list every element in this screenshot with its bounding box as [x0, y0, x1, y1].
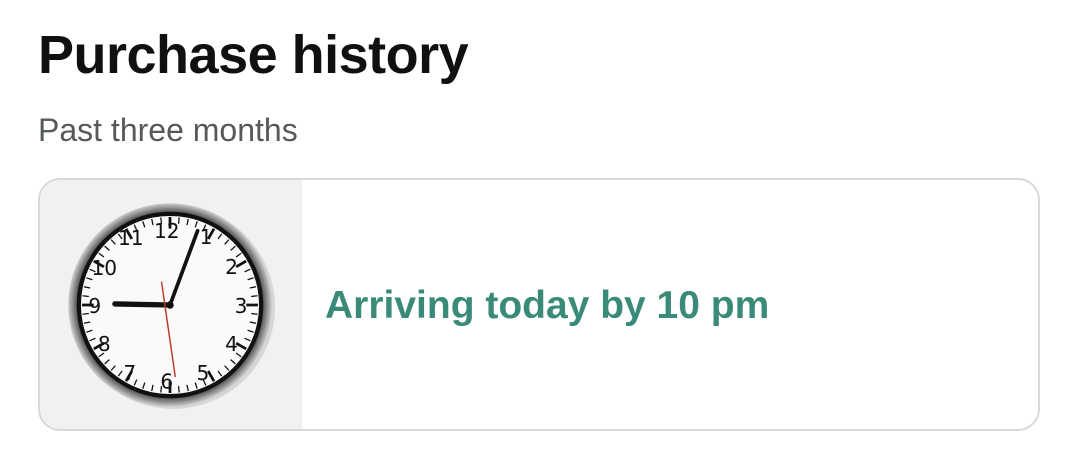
- wall-clock-icon: 12 1 2 3 4 5 6 7 8 9 10 11: [68, 203, 275, 409]
- svg-text:9: 9: [88, 294, 101, 318]
- svg-text:3: 3: [235, 294, 248, 318]
- svg-text:6: 6: [160, 369, 173, 393]
- svg-text:11: 11: [118, 226, 144, 250]
- svg-text:1: 1: [200, 225, 213, 249]
- delivery-status: Arriving today by 10 pm: [325, 284, 770, 327]
- svg-text:10: 10: [91, 256, 117, 280]
- svg-text:12: 12: [154, 219, 180, 243]
- order-card[interactable]: 12 1 2 3 4 5 6 7 8 9 10 11 Arriving toda…: [38, 178, 1040, 431]
- svg-text:7: 7: [123, 361, 136, 385]
- page-title: Purchase history: [38, 25, 469, 85]
- purchase-history-page: Purchase history Past three months 12 1 …: [0, 0, 1080, 449]
- product-thumbnail[interactable]: 12 1 2 3 4 5 6 7 8 9 10 11: [40, 180, 302, 429]
- svg-text:5: 5: [196, 361, 209, 385]
- svg-text:4: 4: [225, 332, 238, 356]
- page-subtitle: Past three months: [38, 112, 298, 148]
- svg-text:2: 2: [225, 255, 238, 279]
- svg-text:8: 8: [98, 332, 111, 356]
